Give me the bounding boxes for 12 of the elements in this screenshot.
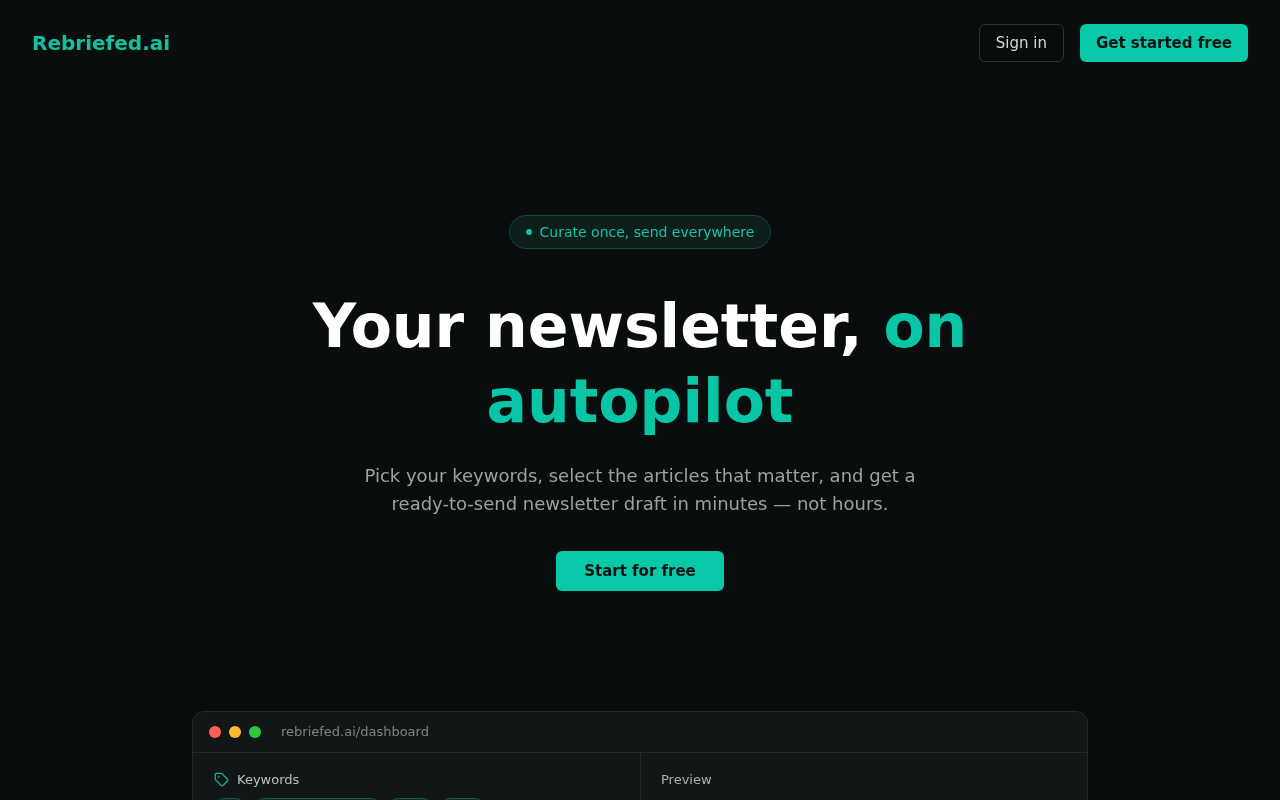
dot-icon (525, 229, 532, 235)
panel-title: Preview (661, 771, 712, 789)
sign-in-button[interactable]: Sign in (978, 24, 1064, 62)
get-started-button[interactable]: Get started free (1079, 24, 1248, 62)
logo[interactable]: Rebriefed.ai (32, 28, 171, 58)
panel-title: Keywords (237, 771, 300, 789)
url-text: rebriefed.ai/dashboard (281, 723, 429, 742)
start-button[interactable]: Start for free (556, 551, 724, 591)
tag-icon (214, 772, 229, 788)
hero-heading: Your newsletter, on autopilot (311, 290, 969, 438)
hero-subtitle: Pick your keywords, select the articles that matter, and get a ready-to-send newsletter draft in minutes — not hours. (363, 464, 917, 516)
badge-text: Curate once, send everywhere (539, 222, 755, 242)
